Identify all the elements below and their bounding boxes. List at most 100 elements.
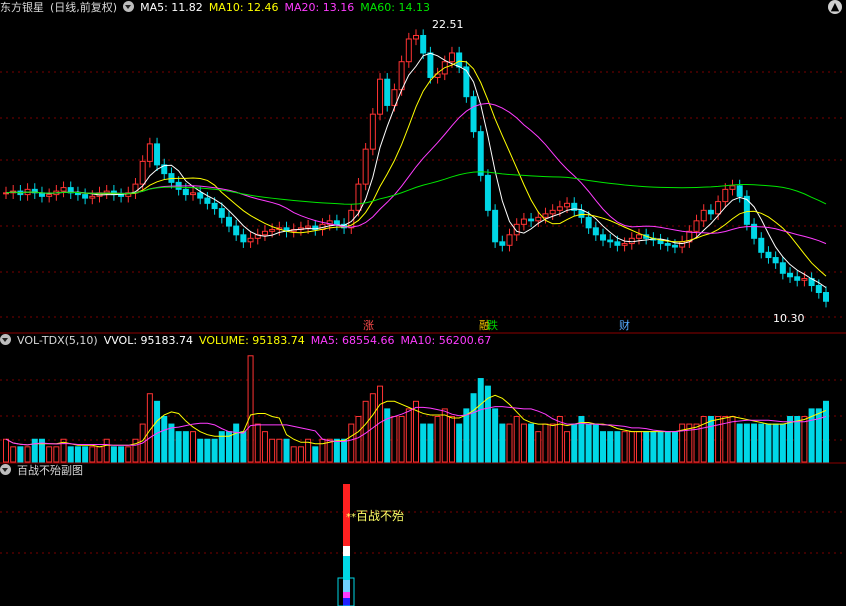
candle-body	[477, 131, 484, 176]
volume-bar	[269, 438, 276, 463]
volume-bar	[815, 408, 822, 463]
vol-dropdown-icon[interactable]	[0, 334, 11, 345]
candle-body	[60, 187, 67, 192]
volume-bar	[175, 431, 182, 463]
volume-bar	[456, 423, 463, 463]
volume-bar	[571, 423, 578, 463]
volume-bar	[434, 415, 441, 463]
volume-bar	[441, 408, 448, 463]
candle-body	[362, 148, 369, 185]
candle-body	[779, 262, 786, 274]
candle-body	[218, 208, 225, 218]
price-candles[interactable]	[3, 29, 829, 308]
candle-body	[528, 218, 535, 222]
ma5-line	[5, 52, 827, 289]
volume-bar	[779, 423, 786, 463]
ma10-value: MA10: 12.46	[208, 1, 279, 14]
volume-bar	[247, 355, 254, 463]
stock-name[interactable]: 东方银星	[0, 1, 44, 14]
vol-ma5-value: MA5: 68554.66	[310, 334, 395, 347]
ma5-value: MA5: 11.82	[140, 1, 203, 14]
ma-dropdown-icon[interactable]	[123, 1, 135, 12]
volume-bar	[312, 446, 319, 463]
volume-bar	[765, 423, 772, 463]
volume-bar	[190, 431, 197, 463]
candle-body	[154, 143, 161, 166]
volume-bar	[53, 446, 60, 463]
volume-bar	[154, 400, 161, 463]
volume-bar	[161, 415, 168, 463]
ma20-line	[5, 102, 827, 245]
candle-body	[377, 78, 384, 115]
volume-bar	[391, 415, 398, 463]
volume-bar	[74, 446, 81, 463]
volume-bar	[211, 438, 218, 463]
candle-body	[729, 185, 736, 190]
volume-bar	[707, 415, 714, 463]
candle-body	[46, 194, 53, 197]
candle-body	[369, 113, 376, 150]
indicator-name[interactable]: 百战不殆副图	[17, 464, 83, 477]
event-tag-finance: 财	[619, 318, 630, 332]
chart-options-icon[interactable]: ▲	[828, 0, 842, 14]
volume-bar	[621, 431, 628, 463]
volume-bar	[3, 438, 9, 463]
candle-body	[506, 234, 513, 246]
candle-body	[715, 201, 722, 215]
ind-dropdown-icon[interactable]	[0, 464, 11, 475]
volume-bar	[592, 423, 599, 463]
volume-bar	[499, 423, 506, 463]
ma-lines	[5, 52, 827, 289]
volume-bar	[355, 415, 362, 463]
candle-body	[484, 174, 491, 211]
volume-bar	[89, 446, 96, 463]
volume-bar	[204, 438, 211, 463]
volume-bar	[585, 423, 592, 463]
volume-bar	[276, 438, 283, 463]
candle-body	[204, 197, 211, 204]
volume-bar	[736, 423, 743, 463]
candle-body	[801, 278, 808, 281]
volume-bar	[520, 423, 527, 463]
volume-bar	[96, 446, 103, 463]
volume-bar	[600, 431, 607, 463]
volume-bar	[715, 415, 722, 463]
candle-body	[355, 183, 362, 211]
volume-bar	[801, 415, 808, 463]
volume-bar	[182, 431, 189, 463]
volume-bar	[103, 438, 110, 463]
candle-body	[628, 237, 635, 245]
signal-bar	[343, 598, 350, 606]
volume-bars[interactable]	[3, 355, 829, 463]
chart-period[interactable]: (日线,前复权)	[50, 1, 117, 14]
volume-bar	[506, 423, 513, 463]
volume-bar	[729, 415, 736, 463]
volume-bar	[657, 431, 664, 463]
candle-body	[240, 234, 247, 243]
signal-text: 百战不殆	[356, 509, 404, 523]
volume-bar	[118, 446, 125, 463]
candle-body	[89, 195, 96, 199]
volume-bar	[463, 408, 470, 463]
volume-bar	[549, 423, 556, 463]
vol-indicator-name[interactable]: VOL-TDX(5,10)	[17, 334, 98, 347]
volume-bar	[492, 408, 499, 463]
volume-bar	[10, 446, 17, 463]
signal-bar	[343, 592, 350, 598]
candle-body	[614, 241, 621, 246]
volume-bar	[168, 423, 175, 463]
volume-bar	[614, 431, 621, 463]
candle-body	[182, 188, 189, 196]
candle-body	[592, 227, 599, 236]
volume-bar	[643, 431, 650, 463]
volume-bar	[671, 431, 678, 463]
candle-body	[671, 244, 678, 248]
high-price-label: 22.51	[432, 18, 464, 31]
candle-body	[463, 66, 470, 98]
candle-body	[787, 272, 794, 278]
volume-bar	[297, 446, 304, 463]
kline-chart[interactable]: 22.51 10.30 涨 融 跌 财 ** 百战不殆	[0, 0, 846, 606]
candle-body	[448, 52, 455, 63]
candle-body	[261, 230, 268, 236]
candle-body	[758, 237, 765, 253]
